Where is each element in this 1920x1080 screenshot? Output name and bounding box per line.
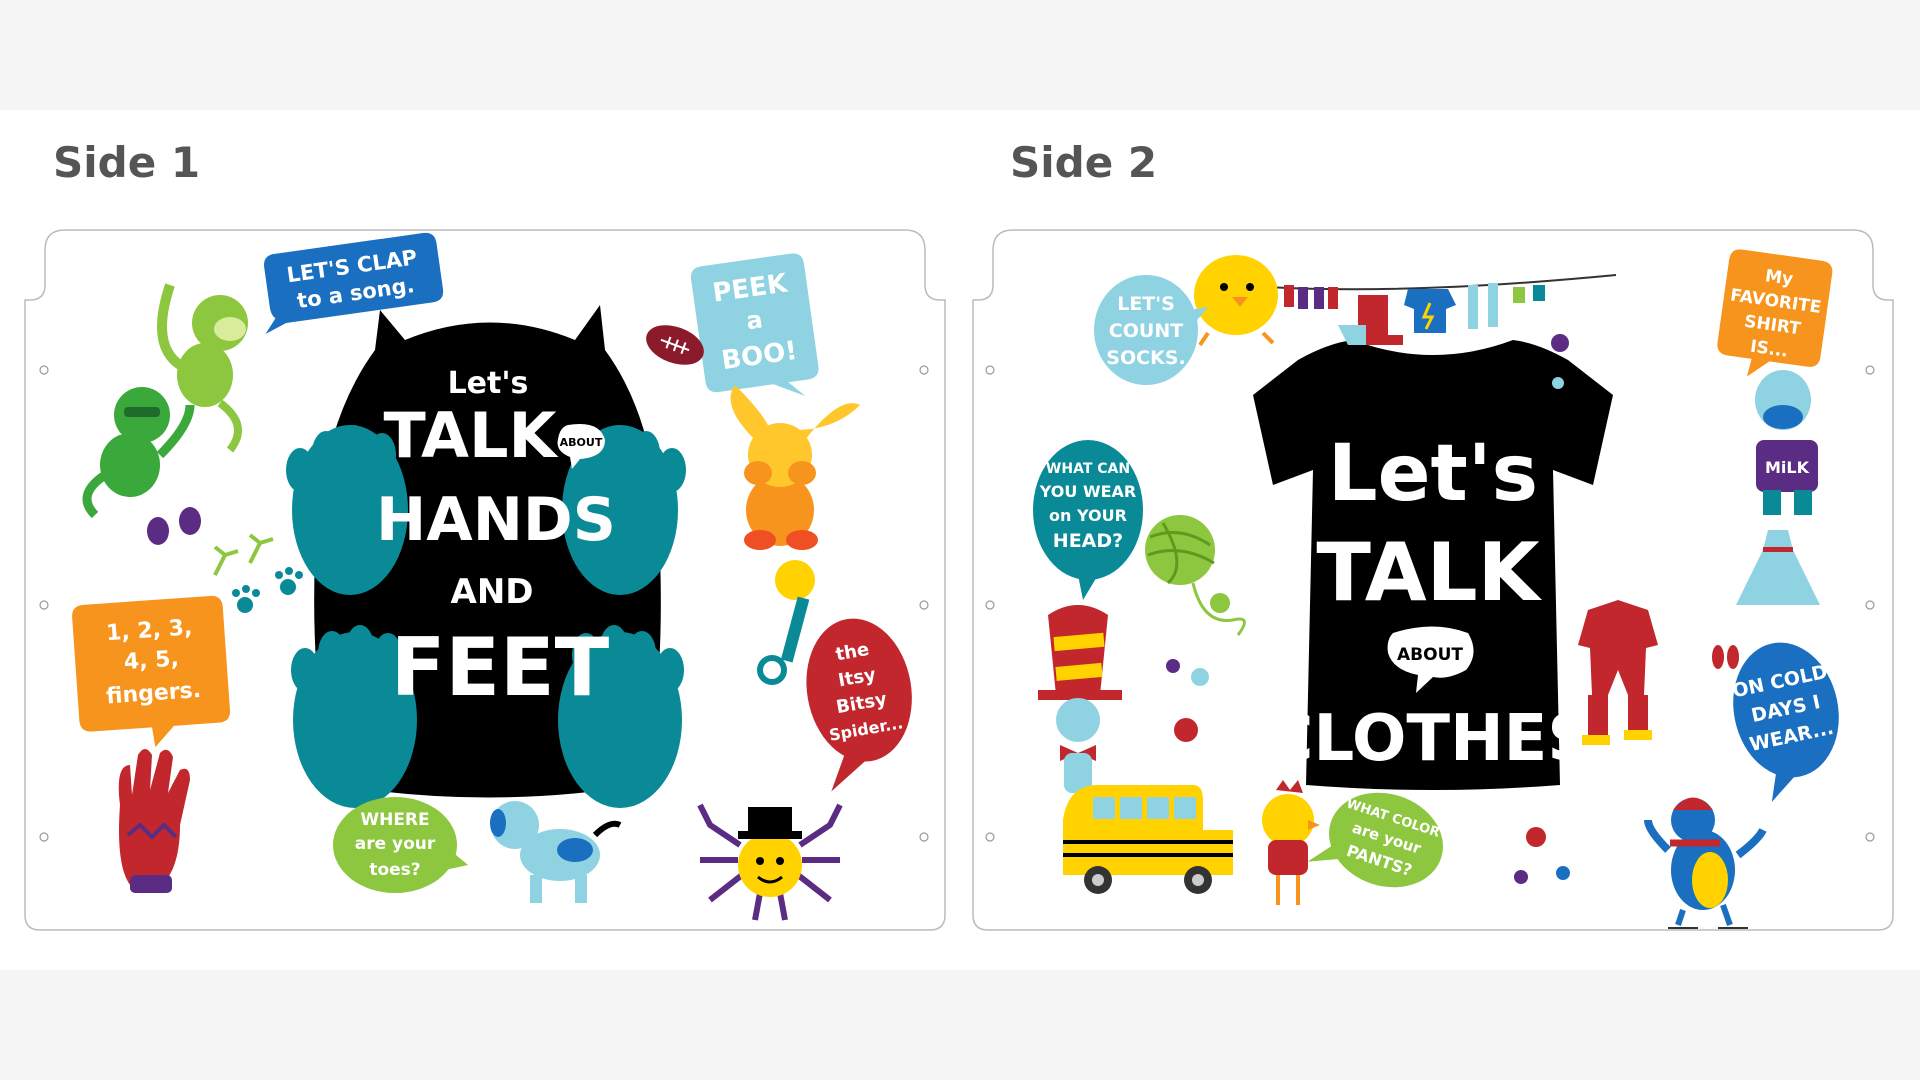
side-2-board: Let's TALK ABOUT CLOTHES LET'S COUNT SOC… xyxy=(972,229,1894,931)
svg-text:WHERE: WHERE xyxy=(360,810,429,830)
headline-lets: Let's xyxy=(1328,429,1538,519)
side-1-board: Let's TALK ABOUT HANDS AND FEET LET'S CL… xyxy=(24,229,946,931)
headline-hands: HANDS xyxy=(376,485,616,555)
svg-text:WHAT CAN: WHAT CAN xyxy=(1046,461,1130,477)
svg-text:COUNT: COUNT xyxy=(1109,320,1183,342)
headline-lets: Let's xyxy=(448,366,529,401)
svg-text:on YOUR: on YOUR xyxy=(1049,506,1127,525)
milk-shirt-label: MiLK xyxy=(1765,458,1810,477)
svg-text:SOCKS.: SOCKS. xyxy=(1106,347,1185,369)
svg-text:toes?: toes? xyxy=(369,860,420,880)
svg-text:LET'S: LET'S xyxy=(1117,293,1175,315)
headline-about: ABOUT xyxy=(560,436,603,449)
headline-talk: TALK xyxy=(1316,526,1542,619)
svg-text:are your: are your xyxy=(355,834,436,854)
side-2-title: Side 2 xyxy=(1010,138,1158,187)
headline-and: AND xyxy=(451,572,534,612)
svg-text:YOU WEAR: YOU WEAR xyxy=(1039,482,1136,501)
headline-talk: TALK xyxy=(383,399,558,472)
svg-text:4, 5,: 4, 5, xyxy=(123,646,180,675)
side-1-title: Side 1 xyxy=(53,138,201,187)
svg-text:HEAD?: HEAD? xyxy=(1053,530,1123,552)
headline-about: ABOUT xyxy=(1397,645,1463,665)
headline-clothes: CLOTHES xyxy=(1267,702,1594,776)
svg-text:My: My xyxy=(1764,266,1795,290)
headline-feet: FEET xyxy=(391,621,610,714)
